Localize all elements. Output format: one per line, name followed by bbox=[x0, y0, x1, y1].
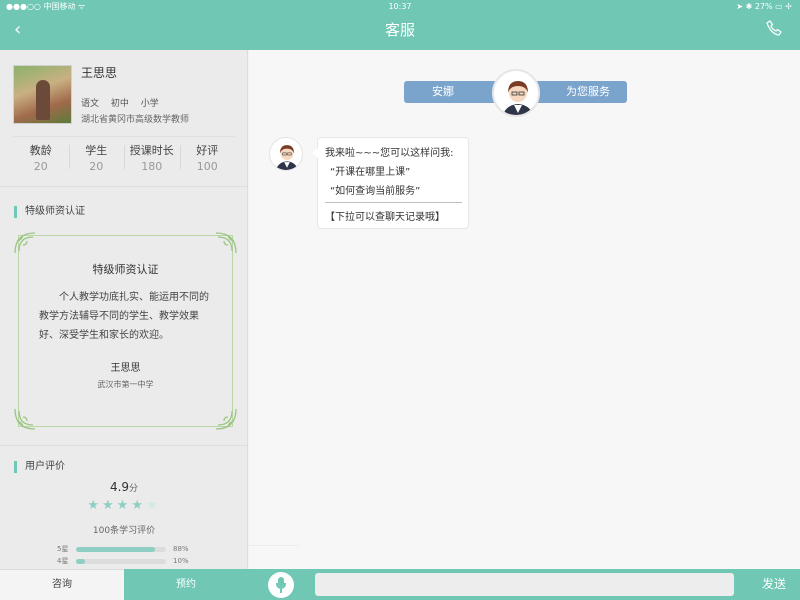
rating-distribution-row: 4星 10% bbox=[57, 556, 207, 566]
chevron-left-icon: ‹ bbox=[14, 19, 22, 40]
bubble-divider bbox=[325, 202, 462, 203]
stat-value: 180 bbox=[141, 160, 163, 173]
stat-praise: 好评 100 bbox=[179, 137, 236, 176]
rating-distribution-row: 5星 88% bbox=[57, 544, 207, 554]
book-button[interactable]: 预约 bbox=[124, 569, 248, 600]
review-score: 4.9分 bbox=[0, 480, 247, 494]
stat-students: 学生 20 bbox=[68, 137, 125, 176]
certificate-signature: 王思思 bbox=[110, 363, 141, 374]
stat-label: 教龄 bbox=[29, 144, 52, 157]
phone-icon bbox=[766, 20, 782, 36]
ornament-corner-icon bbox=[14, 408, 36, 430]
rating-bar-fill bbox=[76, 559, 85, 564]
suggested-question[interactable]: “如何查询当前服务” bbox=[330, 182, 420, 197]
teacher-avatar[interactable] bbox=[13, 65, 72, 124]
message-input[interactable] bbox=[315, 573, 734, 596]
certificate-school: 武汉市第一中学 bbox=[97, 380, 154, 389]
rating-bar-track bbox=[76, 547, 166, 552]
message-line: 我来啦~~~您可以这样问我: bbox=[325, 148, 454, 159]
certification-section-title: 特级师资认证 bbox=[14, 206, 85, 218]
rating-percent: 88% bbox=[173, 545, 189, 553]
certificate-body: 个人教学功底扎实、能运用不同的教学方法辅导不同的学生、教学效果好、深受学生和家长… bbox=[39, 292, 209, 341]
teacher-stats: 教龄 20 学生 20 授课时长 180 好评 100 bbox=[13, 136, 235, 176]
ornament-corner-icon bbox=[215, 408, 237, 430]
agent-message-bubble: 我来啦~~~您可以这样问我: “开课在哪里上课” “如何查询当前服务” 【下拉可… bbox=[312, 137, 469, 229]
agent-avatar-icon bbox=[502, 81, 534, 115]
tag-level-1: 初中 bbox=[110, 99, 129, 109]
teacher-tags: 语文 初中 小学 bbox=[81, 96, 168, 109]
agent-name-pill: 安娜 bbox=[404, 81, 504, 103]
stat-hours: 授课时长 180 bbox=[124, 137, 180, 176]
stat-label: 授课时长 bbox=[129, 144, 174, 157]
suggested-question[interactable]: “开课在哪里上课” bbox=[330, 163, 410, 178]
battery-percent: 27% bbox=[754, 2, 773, 11]
rating-label: 4星 bbox=[57, 557, 69, 565]
stat-experience: 教龄 20 bbox=[13, 137, 69, 176]
teacher-school: 湖北省黄冈市高级数学教师 bbox=[81, 115, 190, 125]
stat-label: 好评 bbox=[196, 144, 219, 157]
rating-stars: ★★★★★ bbox=[0, 498, 247, 513]
teacher-sidebar: 王思思 语文 初中 小学 湖北省黄冈市高级数学教师 教龄 20 学生 20 授课… bbox=[0, 50, 248, 569]
reviews-section-title: 用户评价 bbox=[14, 461, 65, 473]
section-divider bbox=[0, 186, 247, 187]
half-star-icon: ★ bbox=[145, 498, 161, 513]
chat-area[interactable]: 安娜 为您服务 我来啦~~~您可以这样问我: “开课在哪里上课” “如何查询当前… bbox=[249, 50, 800, 569]
score-unit: 分 bbox=[129, 484, 139, 494]
stat-value: 20 bbox=[33, 160, 48, 173]
tag-level-2: 小学 bbox=[140, 99, 159, 109]
stat-value: 20 bbox=[89, 160, 104, 173]
score-value: 4.9 bbox=[109, 480, 130, 494]
teacher-name: 王思思 bbox=[81, 66, 118, 80]
battery-status: ➤ ✱ 27% ▭ ✢ bbox=[736, 2, 792, 11]
star-icon: ★ bbox=[102, 498, 117, 513]
ornament-corner-icon bbox=[215, 232, 237, 254]
star-icon: ★ bbox=[116, 498, 132, 513]
service-pill: 为您服务 bbox=[527, 81, 627, 103]
avatar-figure bbox=[36, 80, 50, 120]
certificate-title: 特级师资认证 bbox=[92, 263, 159, 276]
send-button[interactable]: 发送 bbox=[754, 569, 794, 600]
rating-percent: 10% bbox=[173, 557, 189, 565]
voice-button[interactable] bbox=[268, 572, 294, 598]
message-input-bar: 发送 bbox=[248, 569, 800, 600]
star-icon: ★ bbox=[131, 498, 146, 513]
certification-card: 特级师资认证 个人教学功底扎实、能运用不同的教学方法辅导不同的学生、教学效果好、… bbox=[13, 231, 238, 431]
star-icon: ★ bbox=[87, 498, 103, 513]
bottom-bar: 咨询 预约 发送 bbox=[0, 569, 800, 600]
section-divider bbox=[0, 445, 247, 446]
clock: 10:37 bbox=[388, 2, 412, 11]
chat-divider bbox=[249, 545, 299, 546]
agent-avatar-icon bbox=[276, 145, 298, 170]
back-button[interactable]: ‹ bbox=[14, 20, 34, 40]
ornament-corner-icon bbox=[14, 232, 36, 254]
status-bar: ●●●○○ 中国移动 ᯤ 10:37 ➤ ✱ 27% ▭ ✢ bbox=[0, 0, 800, 14]
rating-label: 5星 bbox=[57, 545, 69, 553]
consult-button[interactable]: 咨询 bbox=[0, 569, 124, 600]
tag-subject: 语文 bbox=[81, 99, 100, 109]
message-footer: 【下拉可以查聊天记录哦】 bbox=[325, 212, 445, 223]
rating-bar-track bbox=[76, 559, 166, 564]
agent-avatar bbox=[492, 69, 540, 117]
stat-value: 100 bbox=[196, 160, 218, 173]
page-title: 客服 bbox=[384, 21, 415, 39]
review-count: 100条学习评价 bbox=[92, 526, 156, 536]
top-header: ●●●○○ 中国移动 ᯤ 10:37 ➤ ✱ 27% ▭ ✢ ‹ 客服 bbox=[0, 0, 800, 50]
agent-message-avatar bbox=[269, 137, 303, 171]
rating-bar-fill bbox=[76, 547, 156, 552]
stat-label: 学生 bbox=[85, 144, 108, 157]
call-button[interactable] bbox=[766, 20, 784, 40]
